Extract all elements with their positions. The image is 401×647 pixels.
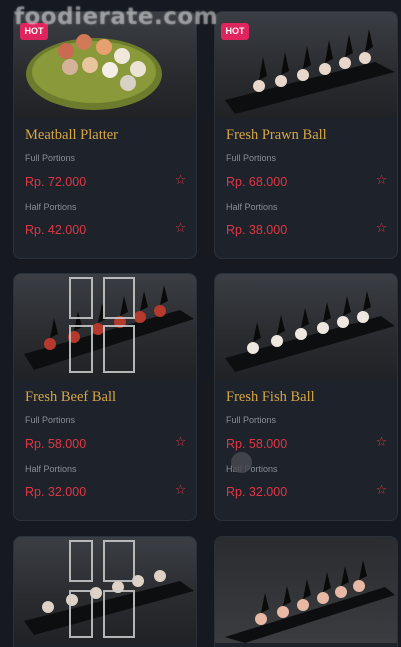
half-portion-price: Rp. 32.000	[226, 485, 288, 499]
half-portion-price: Rp. 42.000	[25, 223, 87, 237]
full-portion-price: Rp. 58.000	[226, 437, 288, 451]
half-portion-price: Rp. 38.000	[226, 223, 288, 237]
star-outline-icon[interactable]: ☆	[375, 174, 388, 187]
product-card[interactable]	[214, 536, 398, 647]
product-name: Fresh Fish Ball	[226, 389, 315, 405]
fish-ball-photo	[215, 274, 397, 380]
half-portion-label: Half Portions	[25, 464, 77, 474]
balls-on-spoons-photo	[14, 537, 196, 643]
product-name: Fresh Beef Ball	[25, 389, 117, 405]
watermark: foodierate.com	[14, 4, 219, 30]
star-outline-icon[interactable]: ☆	[375, 436, 388, 449]
star-outline-icon[interactable]: ☆	[174, 436, 187, 449]
full-portion-price: Rp. 58.000	[25, 437, 87, 451]
balls-on-spoons-photo	[215, 537, 397, 643]
star-outline-icon[interactable]: ☆	[375, 222, 388, 235]
prawn-ball-photo: HOT	[215, 12, 397, 118]
half-portion-price: Rp. 32.000	[25, 485, 87, 499]
half-portion-label: Half Portions	[226, 202, 278, 212]
beef-ball-photo	[14, 274, 196, 380]
product-name: Fresh Prawn Ball	[226, 127, 327, 143]
star-outline-icon[interactable]: ☆	[174, 484, 187, 497]
star-outline-icon[interactable]: ☆	[375, 484, 388, 497]
half-portion-label: Half Portions	[25, 202, 77, 212]
full-portion-label: Full Portions	[226, 415, 277, 425]
full-portion-label: Full Portions	[25, 415, 76, 425]
touch-cursor	[231, 452, 252, 473]
star-outline-icon[interactable]: ☆	[174, 222, 187, 235]
product-card[interactable]	[13, 536, 197, 647]
product-card[interactable]: Fresh Fish Ball Full Portions Rp. 58.000…	[214, 273, 398, 521]
product-name: Meatball Platter	[25, 127, 119, 143]
product-card[interactable]: HOT Fresh Prawn Ball Full Portions Rp. 6…	[214, 11, 398, 259]
full-portion-price: Rp. 68.000	[226, 175, 288, 189]
full-portion-label: Full Portions	[25, 153, 76, 163]
product-card[interactable]: HOT Meatball Platter Full Portions Rp. 7…	[13, 11, 197, 259]
full-portion-label: Full Portions	[226, 153, 277, 163]
product-card[interactable]: Fresh Beef Ball Full Portions Rp. 58.000…	[13, 273, 197, 521]
star-outline-icon[interactable]: ☆	[174, 174, 187, 187]
hot-badge: HOT	[221, 23, 249, 40]
full-portion-price: Rp. 72.000	[25, 175, 87, 189]
